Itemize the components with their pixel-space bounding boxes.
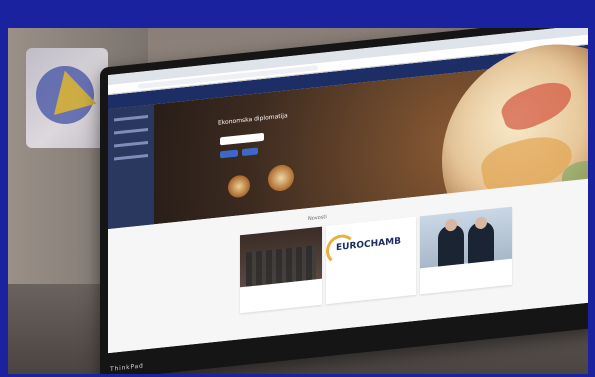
- news-card: EUROCHAMB: [326, 216, 416, 305]
- meeting-people: [246, 245, 316, 287]
- sidebar-item: [114, 127, 148, 135]
- laptop-brand-label: ThinkPad: [110, 362, 144, 373]
- laptop-monitor: Ekonomska diplomatija Novosti EUROCHAMB …: [100, 28, 588, 374]
- news-card: [240, 226, 322, 314]
- hero-button-2: [242, 147, 258, 157]
- news-image: EUROCHAMB: [326, 216, 416, 279]
- news-heading: Novosti: [308, 214, 327, 223]
- image-frame: Ekonomska diplomatija Novosti EUROCHAMB …: [0, 0, 595, 377]
- photo: Ekonomska diplomatija Novosti EUROCHAMB …: [8, 28, 588, 374]
- hero-title: Ekonomska diplomatija: [218, 112, 288, 127]
- news-image: [420, 206, 512, 269]
- news-image: [240, 226, 322, 288]
- sidebar-item: [114, 153, 148, 161]
- sidebar-item: [114, 140, 148, 148]
- sidebar-item: [114, 114, 148, 122]
- hero-button-1: [220, 149, 238, 159]
- lamp-light: [268, 163, 294, 193]
- laptop-screen: Ekonomska diplomatija Novosti EUROCHAMB: [108, 28, 588, 354]
- globe-landmass: [497, 73, 577, 137]
- website-sidebar: [108, 104, 154, 230]
- bosnia-flag-graphic: [26, 48, 108, 148]
- news-card: [420, 206, 512, 295]
- hero-search-input: [220, 132, 264, 146]
- lamp-light: [228, 174, 250, 199]
